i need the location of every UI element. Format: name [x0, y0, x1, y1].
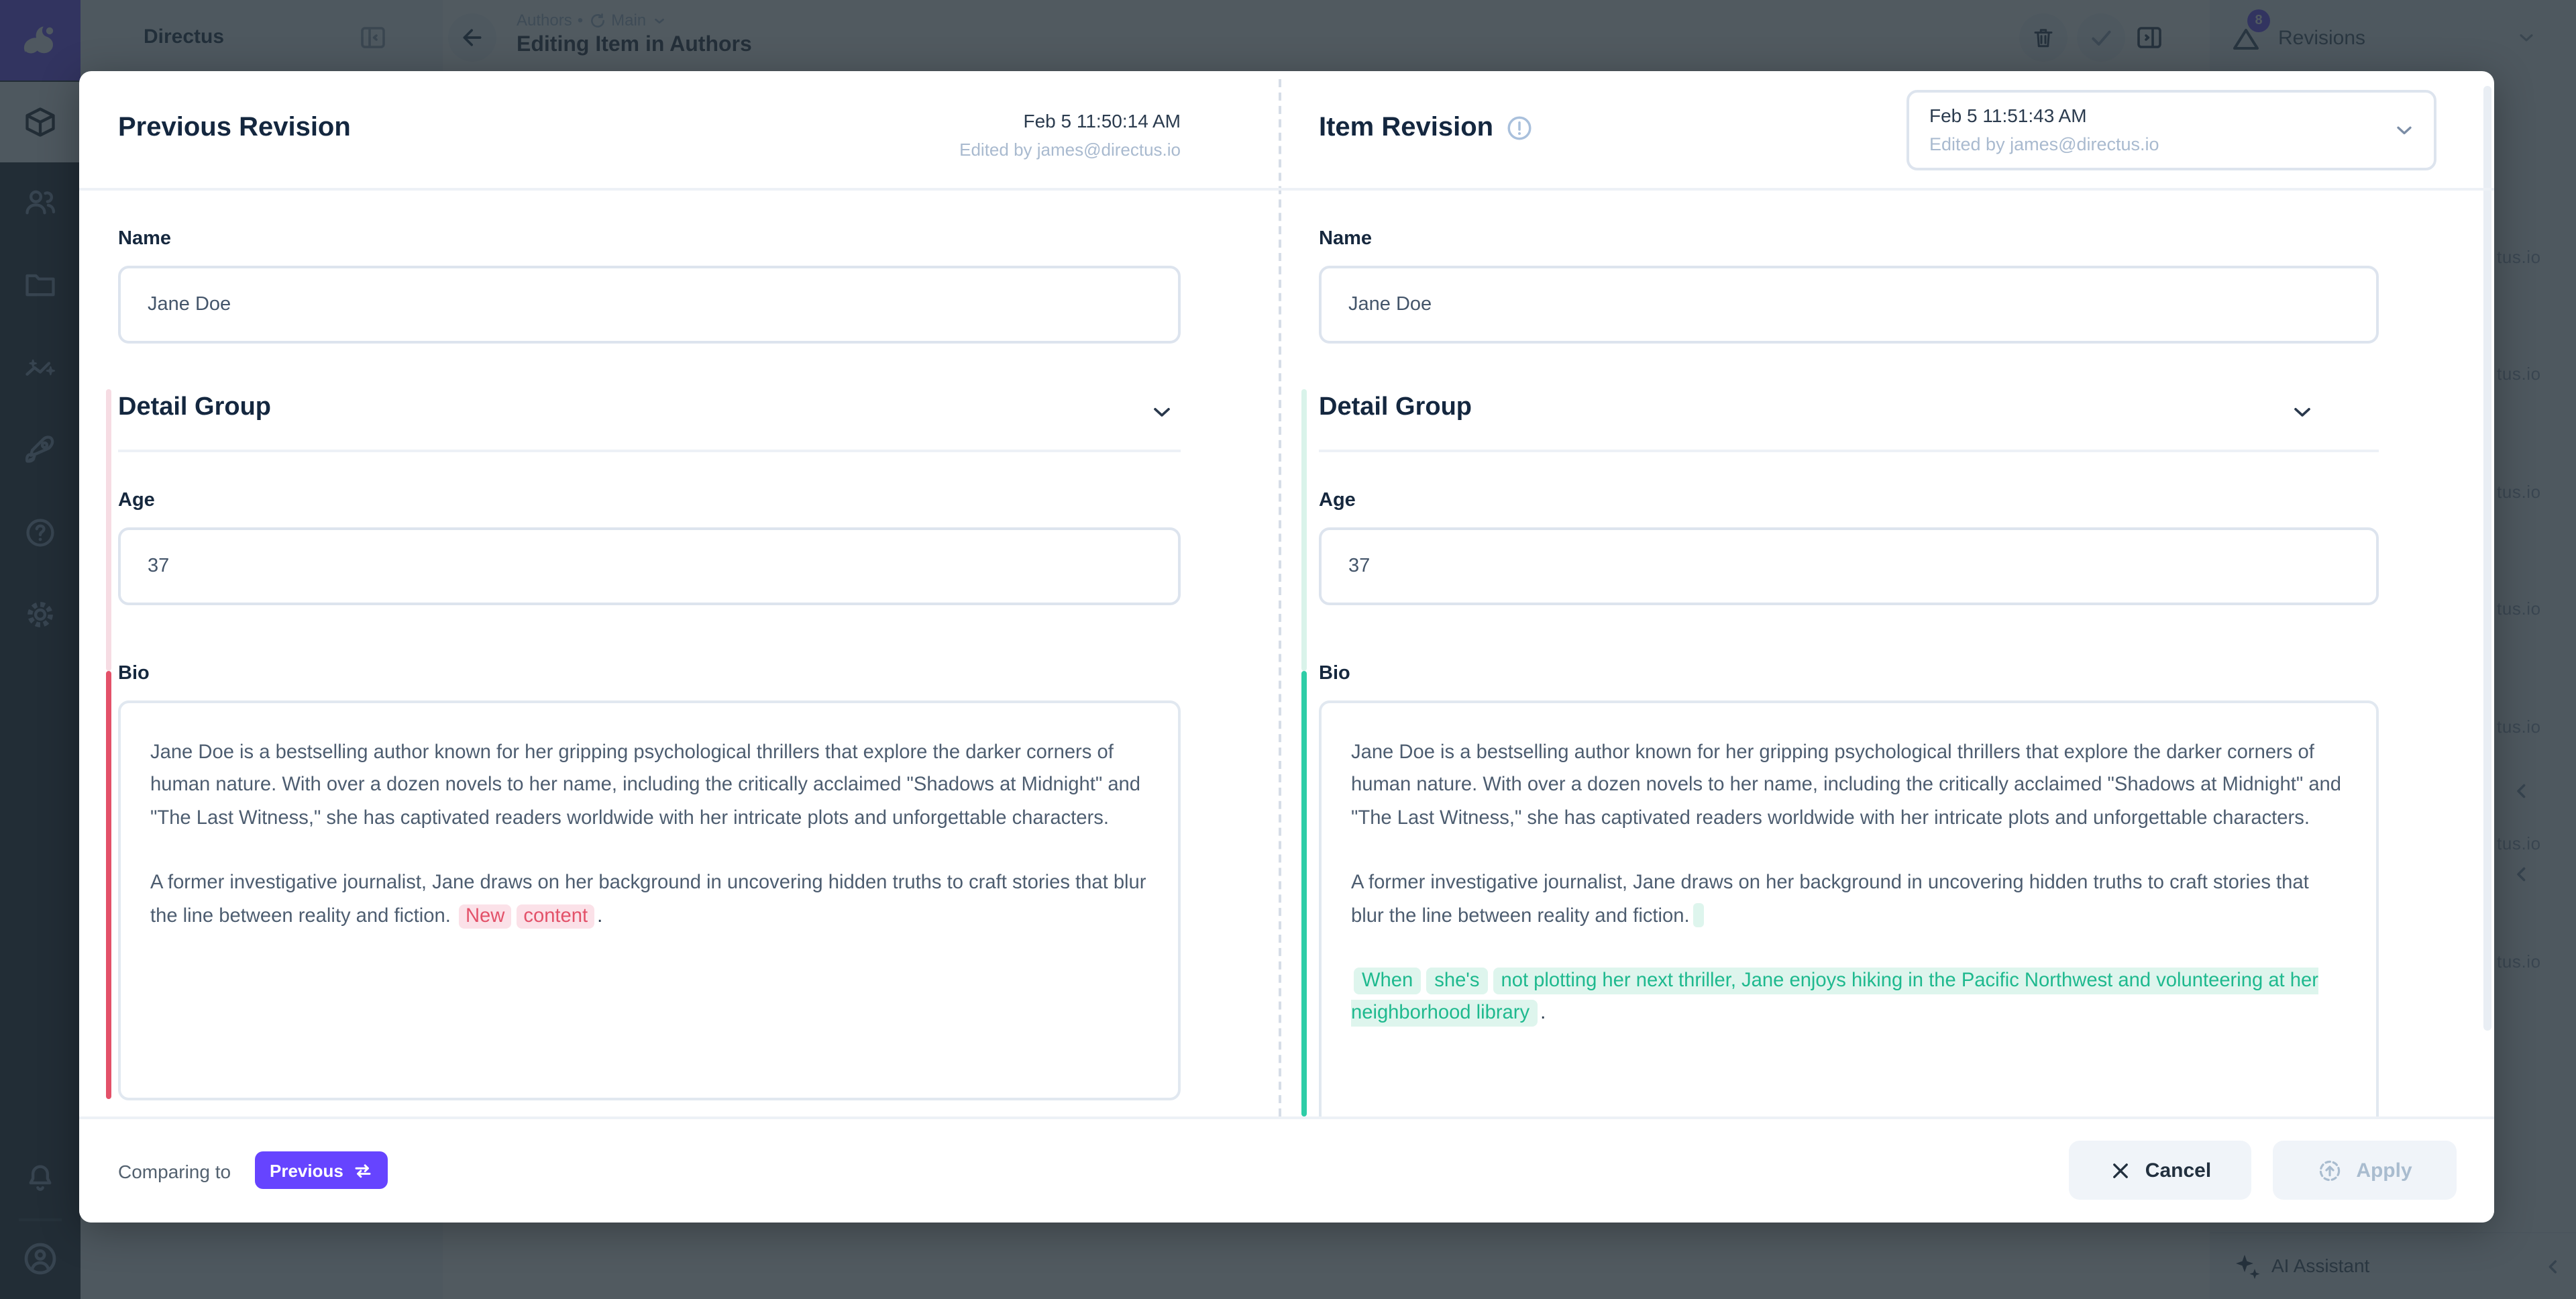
detail-group-header[interactable]: Detail Group: [1319, 393, 2379, 433]
cancel-button[interactable]: Cancel: [2069, 1141, 2251, 1200]
info-icon: [1505, 114, 1534, 142]
bio-paragraph: A former investigative journalist, Jane …: [150, 867, 1148, 933]
item-revision-title: Item Revision: [1319, 113, 1534, 144]
compare-target-label: Previous: [270, 1160, 343, 1180]
name-value: Jane Doe: [148, 294, 231, 315]
previous-revision-meta: Feb 5 11:50:14 AM Edited by james@direct…: [959, 107, 1181, 164]
changed-group-bar-right: [1301, 389, 1307, 671]
detail-group-title: Detail Group: [1319, 393, 2379, 423]
previous-revision-title: Previous Revision: [118, 113, 351, 144]
bio-added-paragraph: Whenshe'snot plotting her next thriller,…: [1351, 965, 2347, 1031]
name-field-label: Name: [1319, 228, 1372, 250]
name-field-label: Name: [118, 228, 171, 250]
compare-target-button[interactable]: Previous: [255, 1151, 388, 1189]
detail-group-header[interactable]: Detail Group: [118, 393, 1181, 433]
added-text-highlight: When: [1354, 968, 1421, 994]
panel-divider: [1279, 79, 1281, 1116]
header-divider: [79, 188, 2494, 191]
apply-button[interactable]: Apply: [2273, 1141, 2457, 1200]
chevron-down-icon[interactable]: [2289, 399, 2316, 425]
name-input[interactable]: Jane Doe: [1319, 266, 2379, 344]
revision-timestamp: Feb 5 11:50:14 AM: [959, 107, 1181, 136]
age-field-label: Age: [1319, 490, 1356, 511]
age-value: 37: [1348, 556, 1370, 577]
added-space-highlight: [1694, 902, 1705, 927]
group-divider: [118, 450, 1181, 452]
revision-compare-modal: Previous Revision Feb 5 11:50:14 AM Edit…: [79, 71, 2494, 1223]
age-input[interactable]: 37: [1319, 527, 2379, 605]
changed-field-bar-right: [1301, 671, 1307, 1116]
age-field-label: Age: [118, 490, 155, 511]
chevron-down-icon[interactable]: [1148, 399, 1175, 425]
bio-paragraph: A former investigative journalist, Jane …: [1351, 867, 2347, 933]
revision-edited-by: Edited by james@directus.io: [959, 136, 1181, 164]
chevron-down-icon[interactable]: [2392, 118, 2416, 142]
modal-footer: Comparing to Previous Cancel Apply: [79, 1116, 2494, 1223]
bio-field-label: Bio: [118, 663, 150, 684]
age-input[interactable]: 37: [118, 527, 1181, 605]
name-input[interactable]: Jane Doe: [118, 266, 1181, 344]
bio-field-label: Bio: [1319, 663, 1350, 684]
bio-textarea[interactable]: Jane Doe is a bestselling author known f…: [1319, 700, 2379, 1116]
close-icon: [2109, 1159, 2132, 1182]
app-root: Directus Authors • Main Editing Item in …: [0, 0, 2576, 1299]
changed-field-bar-left: [106, 671, 111, 1099]
swap-arrows-icon: [353, 1160, 373, 1180]
name-value: Jane Doe: [1348, 294, 1432, 315]
selected-revision-timestamp: Feb 5 11:51:43 AM: [1929, 105, 2087, 126]
selected-revision-edited-by: Edited by james@directus.io: [1929, 134, 2159, 154]
added-text-highlight: not plotting her next thriller, Jane enj…: [1351, 968, 2318, 1027]
bio-paragraph: Jane Doe is a bestselling author known f…: [1351, 737, 2347, 835]
bio-textarea[interactable]: Jane Doe is a bestselling author known f…: [118, 700, 1181, 1103]
removed-text-highlight: content: [517, 904, 594, 928]
upload-circle-icon: [2317, 1157, 2343, 1183]
bio-paragraph: Jane Doe is a bestselling author known f…: [150, 737, 1148, 835]
revision-select-dropdown[interactable]: Feb 5 11:51:43 AM Edited by james@direct…: [1907, 90, 2436, 170]
removed-text-highlight: New: [459, 904, 511, 928]
apply-label: Apply: [2356, 1159, 2412, 1182]
cancel-label: Cancel: [2145, 1159, 2211, 1182]
added-text-highlight: she's: [1426, 968, 1487, 994]
detail-group-title: Detail Group: [118, 393, 1181, 423]
modal-scrollbar[interactable]: [2483, 86, 2491, 1031]
comparing-to-label: Comparing to: [118, 1161, 231, 1182]
changed-group-bar-left: [106, 389, 111, 671]
age-value: 37: [148, 556, 169, 577]
group-divider: [1319, 450, 2379, 452]
